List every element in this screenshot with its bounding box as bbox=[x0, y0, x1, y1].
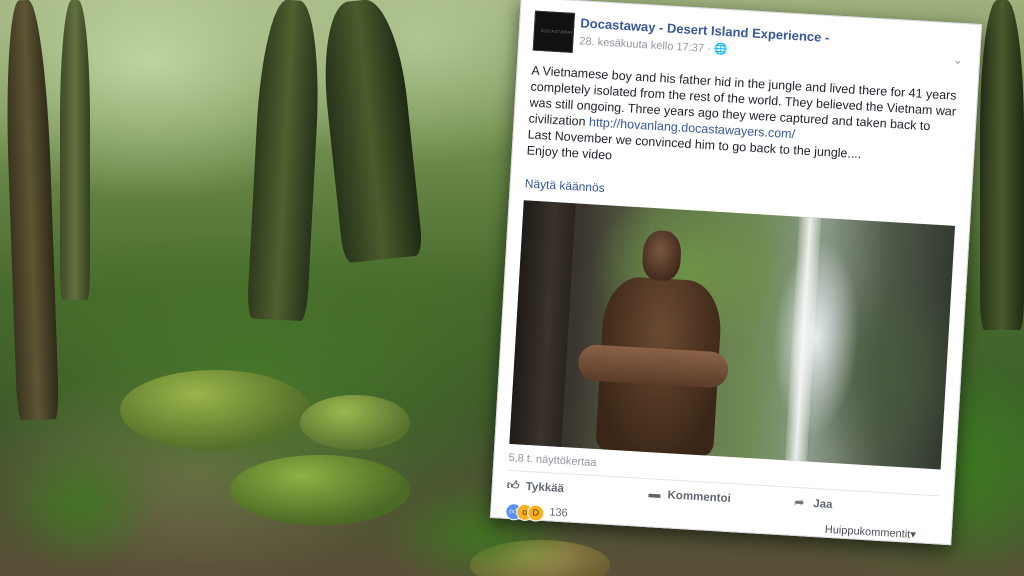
like-label: Tykkää bbox=[525, 480, 565, 496]
fern-foliage bbox=[0, 440, 160, 570]
comment-button[interactable]: ▬ Kommentoi bbox=[648, 486, 731, 505]
share-arrow-icon: ➦ bbox=[793, 494, 805, 510]
video-man-head bbox=[641, 229, 683, 282]
haha-reaction-icon: D bbox=[526, 504, 545, 523]
mossy-rock bbox=[120, 370, 310, 450]
post-body: A Vietnamese boy and his father hid in t… bbox=[526, 63, 963, 184]
speech-bubble-icon: ▬ bbox=[648, 486, 662, 501]
chevron-down-icon[interactable]: ⌄ bbox=[950, 53, 965, 68]
thumbs-up-icon: 👍︎ bbox=[506, 477, 520, 493]
video-player[interactable] bbox=[509, 200, 956, 470]
facebook-post-card: DOCASTAWAY Docastaway - Desert Island Ex… bbox=[489, 0, 983, 546]
tree-trunk bbox=[316, 0, 424, 264]
tree-trunk bbox=[980, 0, 1024, 330]
comment-sort-dropdown[interactable]: Huippukommentit▾ bbox=[824, 523, 916, 541]
reaction-count: 136 bbox=[549, 506, 569, 520]
tree-trunk bbox=[60, 0, 90, 300]
video-rock-wall bbox=[509, 200, 576, 447]
video-waterfall bbox=[784, 216, 822, 462]
share-label: Jaa bbox=[812, 498, 833, 512]
page-avatar[interactable]: DOCASTAWAY bbox=[532, 10, 576, 53]
share-button[interactable]: ➦ Jaa bbox=[794, 495, 833, 511]
mossy-rock bbox=[230, 455, 410, 525]
like-button[interactable]: 👍︎ Tykkää bbox=[506, 477, 565, 496]
tree-trunk bbox=[246, 0, 324, 322]
mossy-rock bbox=[300, 395, 410, 450]
globe-icon: 🌐 bbox=[713, 43, 728, 57]
timestamp-text: 28. kesäkuuta kello 17:37 · bbox=[578, 35, 711, 56]
comment-label: Kommentoi bbox=[667, 489, 732, 506]
reaction-summary[interactable]: 👍︎ o D 136 bbox=[504, 502, 568, 523]
tree-trunk bbox=[2, 0, 60, 421]
view-count: 5,8 t. näyttökertaa bbox=[508, 451, 597, 470]
see-translation-link[interactable]: Näytä käännös bbox=[524, 176, 605, 195]
avatar-logo-text: DOCASTAWAY bbox=[540, 28, 574, 35]
post-actions-bar: 👍︎ Tykkää ▬ Kommentoi ➦ Jaa bbox=[505, 469, 940, 527]
